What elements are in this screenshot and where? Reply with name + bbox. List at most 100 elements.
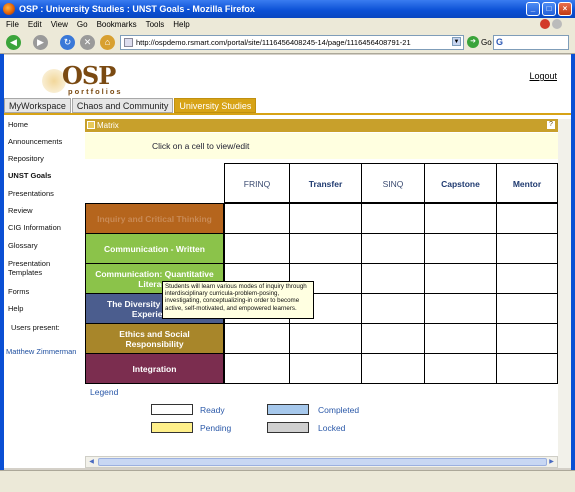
- home-button[interactable]: ⌂: [100, 35, 115, 50]
- sidebar-item-repository[interactable]: Repository: [8, 154, 82, 163]
- menu-help[interactable]: Help: [173, 18, 189, 31]
- sidebar-item-help[interactable]: Help: [8, 304, 82, 313]
- close-button[interactable]: ×: [558, 2, 572, 16]
- legend-label-ready: Ready: [200, 405, 225, 415]
- window-title: OSP : University Studies : UNST Goals - …: [19, 4, 255, 14]
- row-header-integration[interactable]: Integration: [85, 354, 224, 384]
- url-input[interactable]: http://ospdemo.rsmart.com/portal/site/11…: [120, 35, 464, 50]
- row-header-inquiry[interactable]: Inquiry and Critical Thinking: [85, 204, 224, 234]
- sidebar-item-glossary[interactable]: Glossary: [8, 241, 82, 250]
- matrix-cell[interactable]: [290, 354, 362, 384]
- page-viewport: OSP portfolios Logout MyWorkspace Chaos …: [4, 55, 571, 468]
- matrix-cell[interactable]: [224, 204, 290, 234]
- legend-label-pending: Pending: [200, 423, 232, 433]
- navigation-toolbar: ◀ ▶ ↻ ✕ ⌂ http://ospdemo.rsmart.com/port…: [0, 31, 575, 54]
- tab-university-studies[interactable]: University Studies: [174, 98, 257, 113]
- matrix-cell[interactable]: [497, 234, 558, 264]
- column-header-transfer: Transfer: [290, 163, 362, 203]
- present-user-name[interactable]: Matthew Zimmerman: [6, 347, 80, 356]
- window-border-right: [571, 54, 575, 470]
- scroll-left-icon[interactable]: ◀: [86, 457, 97, 467]
- osp-logo: OSP portfolios: [42, 61, 132, 101]
- sidebar-item-unst-goals[interactable]: UNST Goals: [8, 171, 82, 180]
- matrix-cell[interactable]: [362, 354, 425, 384]
- minimize-button[interactable]: _: [526, 2, 540, 16]
- sidebar-item-review[interactable]: Review: [8, 206, 82, 215]
- row-header-communication-written[interactable]: Communication - Written: [85, 234, 224, 264]
- legend-swatch-locked: [267, 422, 309, 433]
- tab-chaos-and-community[interactable]: Chaos and Community: [71, 98, 174, 113]
- matrix-cell[interactable]: [224, 234, 290, 264]
- menu-tools[interactable]: Tools: [146, 18, 165, 31]
- menu-go[interactable]: Go: [77, 18, 88, 31]
- go-arrow-icon[interactable]: ➜: [467, 36, 479, 48]
- matrix-cell[interactable]: [290, 324, 362, 354]
- menu-edit[interactable]: Edit: [28, 18, 42, 31]
- sidebar-item-presentation-templates[interactable]: Presentation Templates: [8, 259, 82, 277]
- legend-label-locked: Locked: [318, 423, 346, 433]
- matrix-cell[interactable]: [425, 294, 497, 324]
- matrix-cell[interactable]: [425, 204, 497, 234]
- vertical-scrollbar[interactable]: [558, 119, 571, 468]
- help-icon[interactable]: ?: [547, 121, 555, 129]
- forward-button[interactable]: ▶: [33, 35, 48, 50]
- logout-link[interactable]: Logout: [529, 71, 557, 81]
- matrix-cell[interactable]: [362, 264, 425, 294]
- matrix-cell[interactable]: [290, 234, 362, 264]
- legend-swatch-completed: [267, 404, 309, 415]
- matrix-cell[interactable]: [362, 324, 425, 354]
- sidebar-item-forms[interactable]: Forms: [8, 287, 82, 296]
- menubar: File Edit View Go Bookmarks Tools Help: [0, 18, 575, 31]
- stop-button[interactable]: ✕: [80, 35, 95, 50]
- matrix-cell[interactable]: [425, 354, 497, 384]
- matrix-cell[interactable]: [497, 354, 558, 384]
- url-text: http://ospdemo.rsmart.com/portal/site/11…: [136, 38, 411, 47]
- firefox-icon: [3, 3, 15, 15]
- window-titlebar[interactable]: OSP : University Studies : UNST Goals - …: [0, 0, 575, 18]
- matrix-cell[interactable]: [224, 324, 290, 354]
- matrix-cell[interactable]: [362, 294, 425, 324]
- matrix-cell[interactable]: [497, 204, 558, 234]
- matrix-cell[interactable]: [425, 234, 497, 264]
- scroll-right-icon[interactable]: ▶: [546, 457, 557, 467]
- matrix-cell[interactable]: [290, 204, 362, 234]
- sidebar-item-home[interactable]: Home: [8, 120, 82, 129]
- matrix-cell[interactable]: [425, 324, 497, 354]
- sidebar-item-presentations[interactable]: Presentations: [8, 189, 82, 198]
- reload-button[interactable]: ↻: [60, 35, 75, 50]
- matrix-cell[interactable]: [497, 264, 558, 294]
- sidebar-item-announcements[interactable]: Announcements: [8, 137, 82, 146]
- tab-myworkspace[interactable]: MyWorkspace: [4, 98, 71, 113]
- activity-throbber-icon: [552, 19, 562, 29]
- notification-icon[interactable]: [540, 19, 550, 29]
- menu-bookmarks[interactable]: Bookmarks: [97, 18, 137, 31]
- sidebar-item-cig-information[interactable]: CIG Information: [8, 223, 82, 232]
- matrix-cell[interactable]: [497, 324, 558, 354]
- scroll-thumb[interactable]: [98, 458, 547, 466]
- search-input[interactable]: G: [493, 35, 569, 50]
- status-bar: [0, 470, 575, 492]
- back-button[interactable]: ◀: [6, 35, 21, 50]
- matrix-instruction: Click on a cell to view/edit: [85, 133, 558, 159]
- matrix-cell[interactable]: [497, 294, 558, 324]
- matrix-grid: FRINQ Transfer SINQ Capstone Mentor Inqu…: [85, 163, 558, 384]
- matrix-cell[interactable]: [362, 204, 425, 234]
- page-favicon-icon: [124, 38, 133, 47]
- row-header-ethics[interactable]: Ethics and Social Responsibility: [85, 324, 224, 354]
- matrix-cell[interactable]: [224, 354, 290, 384]
- legend-title: Legend: [90, 387, 119, 397]
- matrix-title: Matrix: [97, 121, 119, 130]
- matrix-cell[interactable]: [425, 264, 497, 294]
- column-header-sinq: SINQ: [362, 163, 425, 203]
- horizontal-scrollbar[interactable]: ◀ ▶: [85, 456, 558, 468]
- menu-file[interactable]: File: [6, 18, 19, 31]
- go-button[interactable]: Go: [481, 35, 492, 50]
- maximize-button[interactable]: □: [542, 2, 556, 16]
- column-header-mentor: Mentor: [497, 163, 558, 203]
- menu-view[interactable]: View: [51, 18, 68, 31]
- google-icon: G: [496, 37, 504, 47]
- legend-swatch-ready: [151, 404, 193, 415]
- matrix-cell[interactable]: [362, 234, 425, 264]
- url-dropdown-icon[interactable]: ▼: [452, 37, 461, 46]
- logo-subtext: portfolios: [68, 87, 123, 96]
